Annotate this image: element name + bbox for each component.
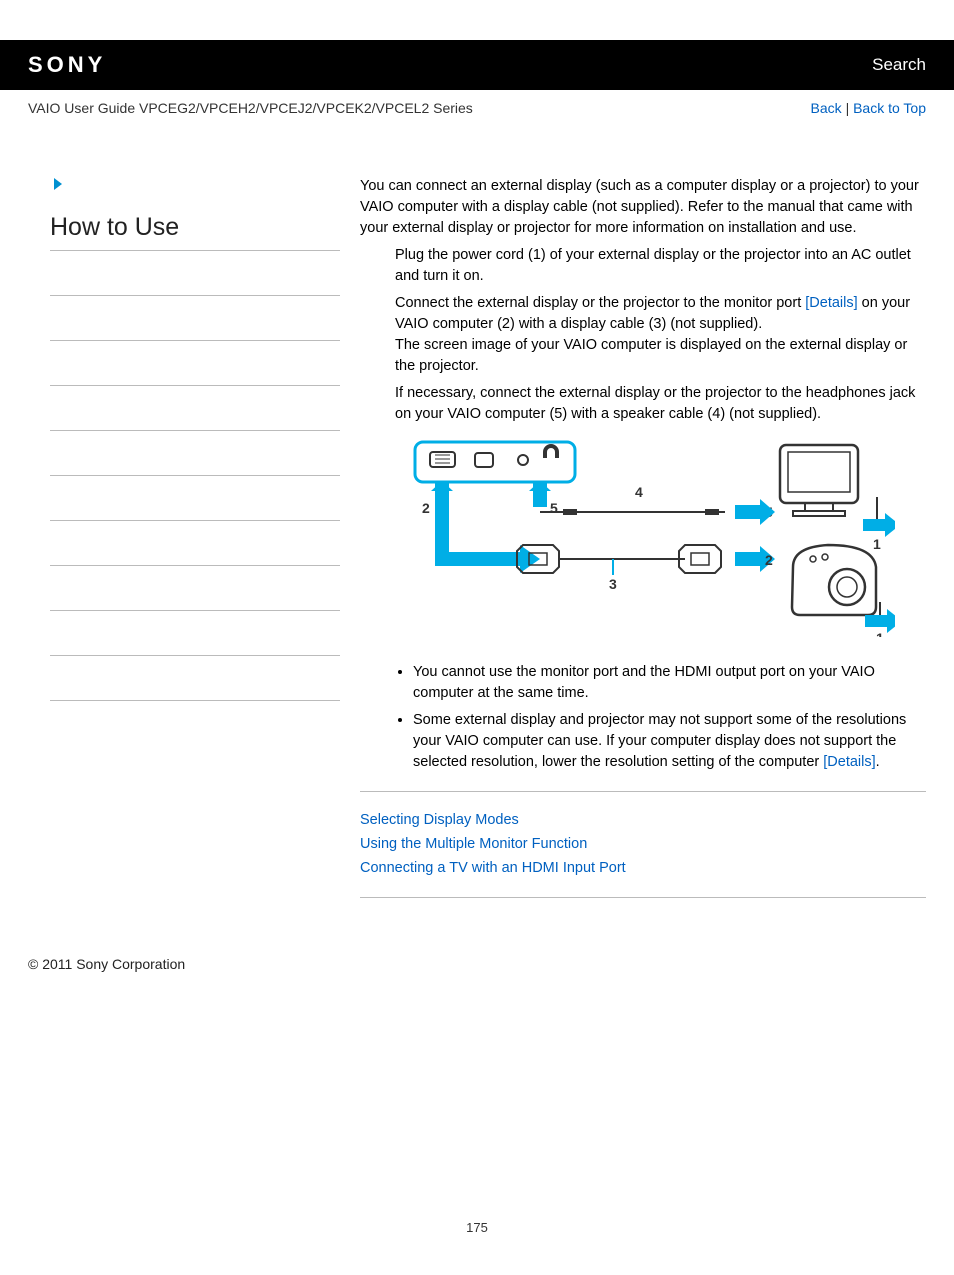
sidebar-heading: How to Use <box>50 213 340 242</box>
sidebar-item[interactable] <box>50 341 340 386</box>
copyright: © 2011 Sony Corporation <box>0 916 954 972</box>
header-bar: SONY Search <box>0 40 954 90</box>
sidebar-item[interactable] <box>50 476 340 521</box>
sidebar-item[interactable] <box>50 251 340 296</box>
sidebar-item[interactable] <box>50 296 340 341</box>
diagram-label-1b: 1 <box>876 630 884 637</box>
details-link-2[interactable]: [Details] <box>823 754 875 770</box>
sidebar-item[interactable] <box>50 611 340 656</box>
sub-header: VAIO User Guide VPCEG2/VPCEH2/VPCEJ2/VPC… <box>0 90 954 126</box>
chevron-right-icon <box>50 176 66 192</box>
diagram-label-2b: 2 <box>765 552 773 568</box>
diagram-label-4: 4 <box>635 484 643 500</box>
sidebar-item[interactable] <box>50 521 340 566</box>
divider <box>360 791 926 792</box>
note-1: You cannot use the monitor port and the … <box>413 662 926 704</box>
step-1: Plug the power cord (1) of your external… <box>395 245 926 287</box>
sony-logo: SONY <box>28 52 106 78</box>
diagram-label-3: 3 <box>609 576 617 592</box>
separator: | <box>846 100 854 116</box>
diagram-label-1a: 1 <box>873 536 881 552</box>
sidebar-item[interactable] <box>50 656 340 701</box>
search-link[interactable]: Search <box>872 55 926 75</box>
back-link[interactable]: Back <box>811 100 842 116</box>
details-link[interactable]: [Details] <box>805 295 857 311</box>
sidebar-item[interactable] <box>50 431 340 476</box>
step-3: If necessary, connect the external displ… <box>395 383 926 425</box>
related-link-1[interactable]: Selecting Display Modes <box>360 810 926 831</box>
sidebar-item[interactable] <box>50 566 340 611</box>
divider <box>360 897 926 898</box>
main-content: You can connect an external display (suc… <box>360 176 926 916</box>
step-1-text: Plug the power cord (1) of your external… <box>395 247 911 284</box>
related-link-2[interactable]: Using the Multiple Monitor Function <box>360 834 926 855</box>
sidebar-item[interactable] <box>50 386 340 431</box>
page-number: 175 <box>0 1220 954 1235</box>
step-3-text: If necessary, connect the external displ… <box>395 385 915 422</box>
top-links: Back | Back to Top <box>811 100 926 116</box>
sidebar: How to Use <box>50 176 340 916</box>
note-2-text-b: . <box>876 754 880 770</box>
step-2-text-a: Connect the external display or the proj… <box>395 295 805 311</box>
note-1-text: You cannot use the monitor port and the … <box>413 664 875 701</box>
step-2: Connect the external display or the proj… <box>395 293 926 377</box>
related-links: Selecting Display Modes Using the Multip… <box>360 810 926 879</box>
diagram-label-2: 2 <box>422 500 430 516</box>
notes-section: You cannot use the monitor port and the … <box>395 662 926 773</box>
back-to-top-link[interactable]: Back to Top <box>853 100 926 116</box>
diagram-label-5: 5 <box>550 500 558 516</box>
note-2: Some external display and projector may … <box>413 710 926 773</box>
guide-title: VAIO User Guide VPCEG2/VPCEH2/VPCEJ2/VPC… <box>28 100 473 116</box>
related-link-3[interactable]: Connecting a TV with an HDMI Input Port <box>360 858 926 879</box>
intro-paragraph: You can connect an external display (suc… <box>360 176 926 239</box>
connection-diagram: 2 5 4 5 <box>395 437 926 644</box>
step-2-subtext: The screen image of your VAIO computer i… <box>395 335 926 377</box>
